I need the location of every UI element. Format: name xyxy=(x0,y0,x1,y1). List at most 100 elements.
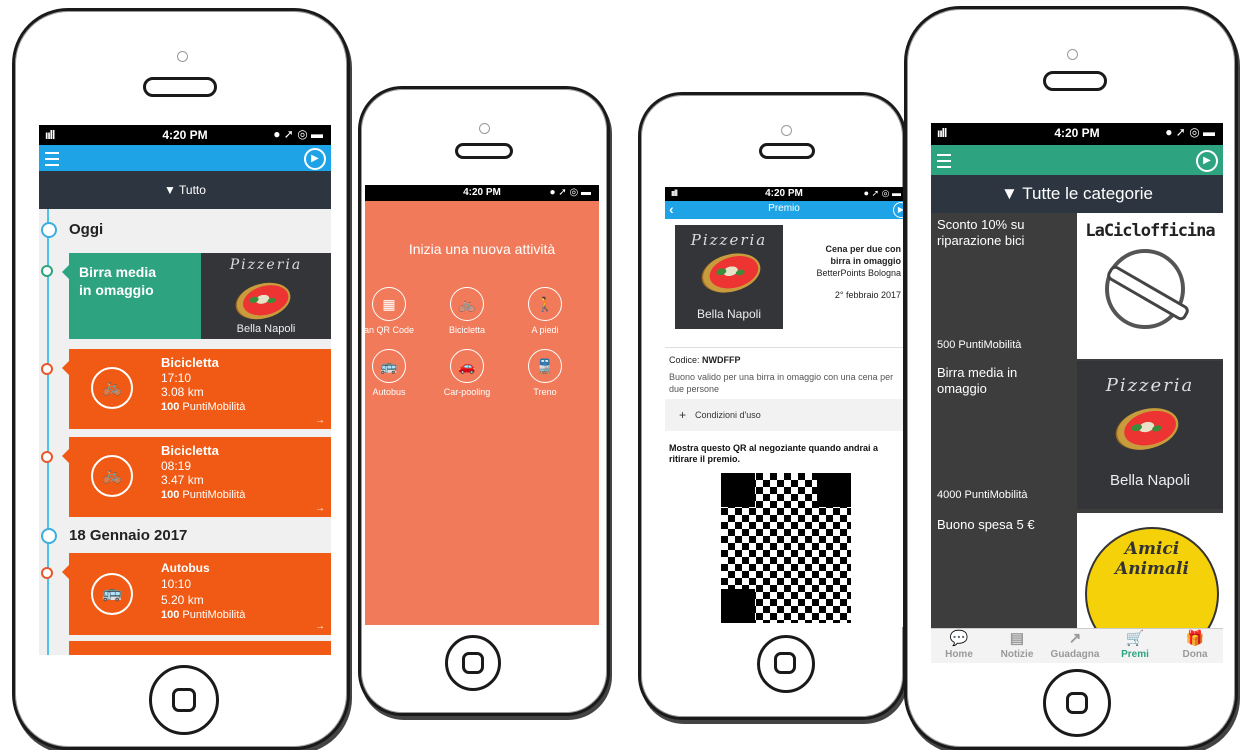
prize-card[interactable]: Birra media in omaggio 4000 PuntiMobilit… xyxy=(931,361,1223,509)
pizza-image xyxy=(231,276,295,326)
pizza-image xyxy=(1110,401,1184,457)
points-unit: PuntiMobilità xyxy=(182,401,246,413)
tab-label: Guadagna xyxy=(1050,649,1100,660)
conditions-label: Condizioni d'uso xyxy=(695,410,761,420)
speaker-slot xyxy=(759,143,815,159)
prize-info: Cena per due con birra in omaggio Better… xyxy=(783,243,901,301)
tab-donate[interactable]: 🎁 Dona xyxy=(1167,629,1223,660)
filter-bar[interactable]: ▼ Tutte le categorie xyxy=(931,175,1223,213)
activity-option-carpool[interactable]: 🚗 Car-pooling xyxy=(437,349,497,397)
prize-sponsor: BetterPoints Bologna xyxy=(816,268,901,278)
home-square-icon xyxy=(1066,692,1088,714)
filter-bar[interactable]: ▼ Tutto xyxy=(39,171,331,209)
section-title: 18 Gennaio 2017 xyxy=(69,527,188,544)
play-icon[interactable]: ▶ xyxy=(893,202,903,218)
pizzeria-name: Bella Napoli xyxy=(236,323,296,335)
status-indicators: ● ➚ ◎ ▬ xyxy=(273,127,323,141)
pizzeria-script: Pizzeria xyxy=(1105,375,1195,396)
activity-option-train[interactable]: 🚆 Treno xyxy=(515,349,575,397)
activity-distance: 3.47 km xyxy=(161,473,204,487)
trend-icon: ↗ xyxy=(1068,630,1082,647)
header-title: Premio xyxy=(768,203,800,214)
pizzeria-logo: Pizzeria Bella Napoli xyxy=(1077,361,1223,509)
home-square-icon xyxy=(774,652,796,674)
activity-option-walk[interactable]: 🚶 A piedi xyxy=(515,287,575,335)
camera-dot xyxy=(479,123,490,134)
home-square-icon xyxy=(172,688,196,712)
bus-icon: 🚌 xyxy=(91,573,133,615)
plus-icon: + xyxy=(679,408,687,422)
home-button[interactable] xyxy=(757,635,815,693)
phone-timeline: ııll 4:20 PM ● ➚ ◎ ▬ ▶ ▼ Tutto Oggi Birr… xyxy=(12,8,350,750)
activity-option-bus[interactable]: 🚌 Autobus xyxy=(365,349,419,397)
card-notch xyxy=(62,449,69,463)
chat-icon: 💬 xyxy=(949,630,969,647)
status-bar: 4:20 PM ● ➚ ◎ ▬ xyxy=(365,185,599,201)
app-header: ‹ Premio ▶ xyxy=(665,201,903,219)
activity-card-partial xyxy=(69,641,331,655)
promo-title-line1: Birra media xyxy=(79,264,157,280)
activity-option-qr[interactable]: ▦ an QR Code xyxy=(365,287,419,335)
home-button[interactable] xyxy=(149,665,219,735)
code-value: NWDFFP xyxy=(702,355,741,365)
promo-card[interactable]: Birra media in omaggio Pizzeria Bella Na… xyxy=(41,253,331,339)
menu-icon[interactable] xyxy=(937,154,951,168)
train-icon: 🚆 xyxy=(528,349,562,383)
tab-home[interactable]: 💬 Home xyxy=(931,629,987,660)
arrow-icon: → xyxy=(315,503,325,514)
tab-label: Notizie xyxy=(1000,649,1034,660)
card-notch xyxy=(62,565,69,579)
activity-time: 10:10 xyxy=(161,577,192,591)
activity-distance: 5.20 km xyxy=(161,593,204,607)
status-indicators: ● ➚ ◎ ▬ xyxy=(1165,125,1215,139)
activity-points: 100 PuntiMobilità xyxy=(161,609,245,621)
conditions-row[interactable]: + Condizioni d'uso xyxy=(665,399,903,431)
pizzeria-name: Bella Napoli xyxy=(696,307,762,321)
tab-prizes[interactable]: 🛒 Premi xyxy=(1107,629,1163,660)
activity-option-label: Bicicletta xyxy=(448,325,485,335)
filter-label: ▼ Tutto xyxy=(164,183,206,197)
prize-card[interactable]: Buono spesa 5 € Amici Animali xyxy=(931,513,1223,629)
gift-icon: 🎁 xyxy=(1185,630,1205,647)
activity-time: 17:10 xyxy=(161,371,192,385)
prize-brand-name: Bella Napoli xyxy=(1109,472,1191,489)
brand-name: LaCiclofficina xyxy=(1085,221,1215,241)
pizzeria-script: Pizzeria xyxy=(229,257,303,273)
activity-option-bicycle[interactable]: 🚲 Bicicletta xyxy=(437,287,497,335)
home-button[interactable] xyxy=(445,635,501,691)
pizzeria-script: Pizzeria xyxy=(690,231,768,249)
menu-icon[interactable] xyxy=(45,152,59,166)
play-icon[interactable]: ▶ xyxy=(304,148,326,170)
tab-bar: 💬 Home ▤ Notizie ↗ Guadagna 🛒 Premi 🎁 Dona xyxy=(931,628,1223,663)
activity-points: 100 PuntiMobilità xyxy=(161,401,245,413)
phone-prizes: ııll 4:20 PM ● ➚ ◎ ▬ ▶ ▼ Tutte le catego… xyxy=(904,6,1238,750)
activity-card[interactable]: 🚲 Bicicletta 17:10 3.08 km 100 PuntiMobi… xyxy=(41,349,331,429)
prize-summary: Pizzeria Bella Napoli Cena per due con b… xyxy=(665,219,903,348)
activity-card[interactable]: 🚌 Autobus 10:10 5.20 km 100 PuntiMobilit… xyxy=(41,553,331,635)
status-bar: ııll 4:20 PM ● ➚ ◎ ▬ xyxy=(931,123,1223,145)
tab-label: Premi xyxy=(1121,649,1149,660)
code-label: Codice: xyxy=(669,355,703,365)
camera-dot xyxy=(781,125,792,136)
section-date: 18 Gennaio 2017 xyxy=(39,525,331,545)
points-unit: PuntiMobilità xyxy=(182,609,246,621)
play-icon[interactable]: ▶ xyxy=(1196,150,1218,172)
prize-date: 2° febbraio 2017 xyxy=(834,290,901,300)
tab-news[interactable]: ▤ Notizie xyxy=(989,629,1045,660)
app-header: ▶ xyxy=(931,145,1223,175)
tab-earn[interactable]: ↗ Guadagna xyxy=(1047,629,1103,660)
points-value: 100 xyxy=(161,401,180,413)
camera-dot xyxy=(1067,49,1078,60)
home-button[interactable] xyxy=(1043,669,1111,737)
activity-option-label: an QR Code xyxy=(365,325,415,335)
points-unit: PuntiMobilità xyxy=(182,489,246,501)
timeline-pin xyxy=(41,265,53,277)
activity-card[interactable]: 🚲 Bicicletta 08:19 3.47 km 100 PuntiMobi… xyxy=(41,437,331,517)
prize-points: 500 PuntiMobilità xyxy=(937,339,1022,351)
screen-prizes: ııll 4:20 PM ● ➚ ◎ ▬ ▶ ▼ Tutte le catego… xyxy=(931,123,1223,663)
brand-line2: Animali xyxy=(1115,559,1189,579)
timeline-pin xyxy=(41,363,53,375)
filter-label: ▼ Tutte le categorie xyxy=(1001,184,1153,203)
prize-card[interactable]: Sconto 10% su riparazione bici 500 Punti… xyxy=(931,213,1223,359)
prize-title: Buono spesa 5 € xyxy=(937,517,1035,532)
